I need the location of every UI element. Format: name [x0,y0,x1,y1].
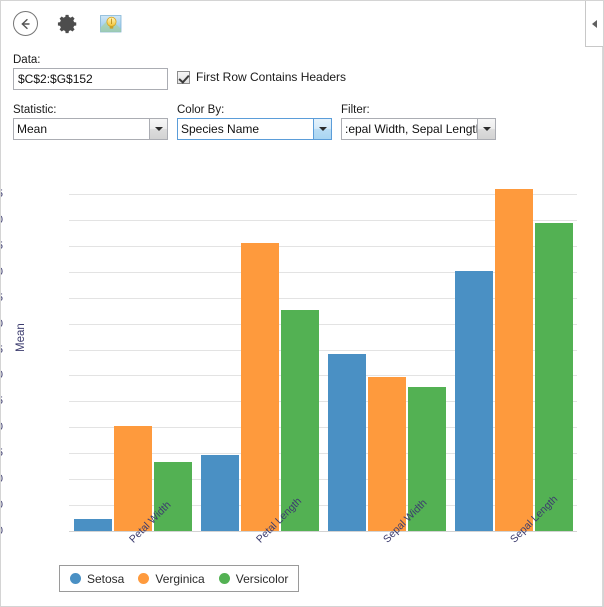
color-by-dropdown-value: Species Name [181,122,260,136]
chart-panel: Mean 0.0 0.50 1.0 1.5 2.0 2.5 3.0 3.5 4.0 4.5 5.0 5… [1,156,587,606]
chevron-down-icon [313,119,331,139]
y-axis-tick-label: 4.5 [1,292,3,304]
color-by-dropdown[interactable]: Species Name [177,118,332,140]
insights-button[interactable] [96,9,126,39]
statistic-dropdown[interactable]: Mean [13,118,168,140]
filter-dropdown-value: :epal Width, Sepal Length [345,122,477,136]
chevron-down-icon [477,119,495,139]
data-field-label: Data: [13,54,41,66]
filter-dropdown[interactable]: :epal Width, Sepal Length [341,118,496,140]
back-button[interactable] [10,9,40,39]
bar-verginica-sepal-width[interactable] [367,377,406,531]
y-axis-tick-label: 5.5 [1,240,3,252]
legend-item-verginica[interactable]: Verginica [138,571,205,586]
y-axis-tick-label: 6.5 [1,188,3,200]
legend-color-swatch [70,573,81,584]
statistic-field-label: Statistic: [13,104,57,116]
collapse-panel-button[interactable] [585,1,603,47]
y-axis-tick-label: 1.0 [1,473,3,485]
y-axis-tick-label: 0.0 [1,525,3,537]
settings-button[interactable] [53,9,83,39]
legend-item-setosa[interactable]: Setosa [70,572,124,586]
first-row-headers-checkbox[interactable]: First Row Contains Headers [177,70,346,84]
y-axis-tick-label: 0.50 [1,499,3,511]
legend-label: Setosa [87,571,125,586]
statistic-dropdown-value: Mean [17,122,48,136]
panel-divider [602,47,603,606]
bar-verginica-petal-length[interactable] [240,243,279,531]
insights-chart-window: Data: $C$2:$G$152 First Row Contains Hea… [0,0,604,607]
filter-field-label: Filter: [341,104,370,116]
y-axis-tick-label: 3.5 [1,344,3,356]
y-axis-tick-label: 6.0 [1,214,3,226]
chevron-down-icon [149,119,167,139]
bar-setosa-petal-width[interactable] [73,518,112,531]
y-axis-label: Mean [15,323,27,352]
y-axis-tick-label: 5.0 [1,266,3,278]
y-axis-tick-label: 3.0 [1,369,3,381]
settings-form: Data: $C$2:$G$152 First Row Contains Hea… [1,46,587,156]
legend-color-swatch [138,573,150,584]
legend-item-versicolor[interactable]: Versicolor [218,571,289,586]
bar-versicolor-petal-length[interactable] [280,310,319,531]
data-range-input[interactable]: $C$2:$G$152 [13,68,168,90]
color-by-field-label: Color By: [177,104,225,116]
plot-area: 0.0 0.50 1.0 1.5 2.0 2.5 3.0 3.5 4.0 4.5 5.0 5.5 6.0… [1,188,577,545]
y-axis-tick-label: 1.5 [1,447,3,459]
bar-setosa-petal-length[interactable] [200,455,239,531]
gear-icon [57,14,77,33]
y-axis-tick-label: 2.0 [1,421,3,433]
chart-legend: Setosa Verginica Versicolor [59,565,300,592]
y-axis-tick-label: 2.5 [1,395,3,407]
bar-setosa-sepal-length[interactable] [454,271,493,531]
bar-versicolor-sepal-length[interactable] [534,223,573,531]
first-row-headers-label: First Row Contains Headers [196,70,347,84]
checkbox-check-icon [177,70,190,84]
arrow-left-circle-icon [12,11,38,36]
toolbar [1,1,603,46]
bar-setosa-sepal-width[interactable] [327,353,366,531]
y-axis-tick-label: 4.0 [1,318,3,330]
triangle-left-icon [592,19,597,28]
legend-label: Verginica [155,571,205,586]
legend-label: Versicolor [235,571,289,586]
bar-verginica-sepal-length[interactable] [494,189,533,531]
lightbulb-idea-icon [100,14,122,32]
legend-color-swatch [218,573,230,584]
bar-verginica-petal-width[interactable] [113,426,152,531]
